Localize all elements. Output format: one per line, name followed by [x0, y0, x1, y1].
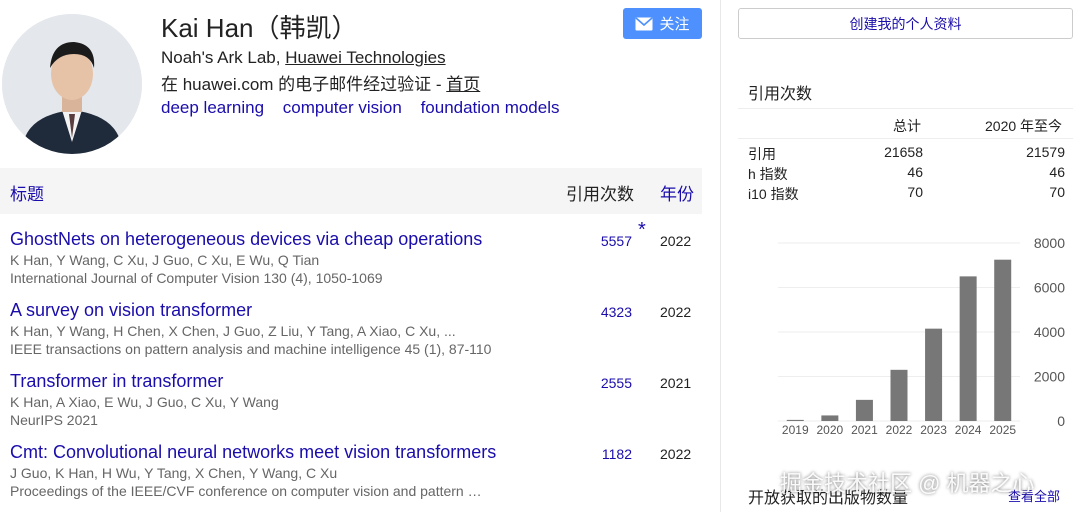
merged-citation-marker[interactable]: * [638, 219, 646, 242]
panel-divider [720, 0, 721, 512]
x-tick-label: 2021 [851, 423, 878, 437]
y-tick-label: 8000 [1034, 235, 1065, 251]
stats-divider [738, 138, 1073, 139]
verify-text: 在 huawei.com 的电子邮件经过验证 - [161, 75, 447, 94]
affiliation-prefix: Noah's Ark Lab, [161, 48, 286, 67]
table-row: Transformer in transformer K Han, A Xiao… [0, 371, 702, 441]
paper-authors: K Han, Y Wang, H Chen, X Chen, J Guo, Z … [10, 323, 456, 339]
stat-since: 46 [1049, 164, 1065, 180]
paper-venue: NeurIPS 2021 [10, 412, 98, 428]
interest-link[interactable]: deep learning [161, 98, 264, 117]
table-row: Cmt: Convolutional neural networks meet … [0, 442, 702, 512]
stat-label: 引用 [748, 146, 776, 162]
paper-authors: J Guo, K Han, H Wu, Y Tang, X Chen, Y Wa… [10, 465, 338, 481]
paper-year: 2022 [660, 446, 692, 462]
citation-count[interactable]: 2555 [601, 375, 632, 391]
chart-bar-2024[interactable] [959, 276, 977, 421]
stat-since: 21579 [1026, 144, 1065, 160]
affiliation-link[interactable]: Huawei Technologies [285, 48, 445, 67]
paper-venue: International Journal of Computer Vision… [10, 270, 383, 286]
chart-bar-2021[interactable] [855, 399, 873, 421]
paper-title[interactable]: GhostNets on heterogeneous devices via c… [10, 229, 482, 250]
citations-chart: 0 2000 4000 6000 8000 2019 2020 2021 2022 2023 202… [738, 230, 1073, 440]
chart-bar-2023[interactable] [925, 328, 943, 421]
interest-link[interactable]: computer vision [283, 98, 402, 117]
stats-title: 引用次数 [748, 86, 813, 103]
profile-name: Kai Han（韩凯） [161, 13, 358, 43]
research-interests: deep learning computer vision foundation… [161, 98, 574, 118]
chart-bar-2022[interactable] [890, 369, 908, 421]
follow-label: 关注 [659, 16, 690, 33]
x-tick-label: 2020 [817, 423, 844, 437]
paper-title[interactable]: A survey on vision transformer [10, 300, 252, 321]
watermark: 掘金技术社区 @ 机器之心 [780, 471, 1035, 496]
stat-label: h 指数 [748, 166, 788, 182]
stats-row: 引用 21658 21579 [748, 144, 1065, 164]
x-tick-label: 2025 [989, 423, 1016, 437]
paper-authors: K Han, A Xiao, E Wu, J Guo, C Xu, Y Wang [10, 394, 279, 410]
paper-title[interactable]: Transformer in transformer [10, 371, 223, 392]
profile-affiliation: Noah's Ark Lab, Huawei Technologies [161, 48, 446, 68]
paper-authors: K Han, Y Wang, C Xu, J Guo, C Xu, E Wu, … [10, 252, 320, 268]
x-tick-label: 2019 [782, 423, 809, 437]
table-row: GhostNets on heterogeneous devices via c… [0, 219, 702, 299]
paper-venue: Proceedings of the IEEE/CVF conference o… [10, 483, 482, 499]
citation-count[interactable]: 1182 [602, 446, 632, 462]
stats-row: h 指数 46 46 [748, 164, 1065, 184]
x-tick-label: 2022 [886, 423, 913, 437]
citation-count[interactable]: 5557 [601, 233, 632, 249]
paper-year: 2022 [660, 304, 692, 320]
chart-bar-2020[interactable] [821, 415, 839, 421]
stats-col-total: 总计 [893, 118, 921, 134]
stat-label: i10 指数 [748, 186, 799, 202]
y-tick-label: 4000 [1034, 324, 1065, 340]
interest-link[interactable]: foundation models [421, 98, 560, 117]
create-profile-button[interactable]: 创建我的个人资料 [738, 8, 1073, 39]
sort-by-title[interactable]: 标题 [10, 180, 44, 205]
y-tick-label: 2000 [1034, 369, 1065, 385]
stat-since: 70 [1049, 184, 1065, 200]
y-tick-label: 6000 [1034, 280, 1065, 296]
stat-total: 21658 [884, 144, 923, 160]
email-verification: 在 huawei.com 的电子邮件经过验证 - 首页 [161, 70, 480, 95]
chart-bar-2025[interactable] [994, 259, 1012, 421]
table-row: A survey on vision transformer K Han, Y … [0, 300, 702, 370]
stats-row: i10 指数 70 70 [748, 184, 1065, 204]
paper-year: 2021 [660, 375, 692, 391]
avatar [2, 14, 142, 154]
paper-venue: IEEE transactions on pattern analysis an… [10, 341, 492, 357]
stats-col-since: 2020 年至今 [985, 118, 1063, 134]
stats-divider [738, 108, 1073, 109]
paper-year: 2022 [660, 233, 692, 249]
follow-button[interactable]: 关注 [623, 8, 702, 39]
sort-by-year[interactable]: 年份 [660, 180, 694, 205]
paper-title[interactable]: Cmt: Convolutional neural networks meet … [10, 442, 496, 463]
chart-bar-2019[interactable] [786, 419, 804, 421]
homepage-link[interactable]: 首页 [446, 75, 480, 94]
citation-count[interactable]: 4323 [601, 304, 632, 320]
table-header: 标题 引用次数 年份 [0, 168, 702, 214]
column-cites: 引用次数 [566, 185, 634, 204]
stat-total: 70 [907, 184, 923, 200]
x-tick-label: 2023 [920, 423, 947, 437]
y-tick-label: 0 [1057, 413, 1065, 429]
x-tick-label: 2024 [955, 423, 982, 437]
stat-total: 46 [907, 164, 923, 180]
mail-icon [635, 16, 654, 30]
